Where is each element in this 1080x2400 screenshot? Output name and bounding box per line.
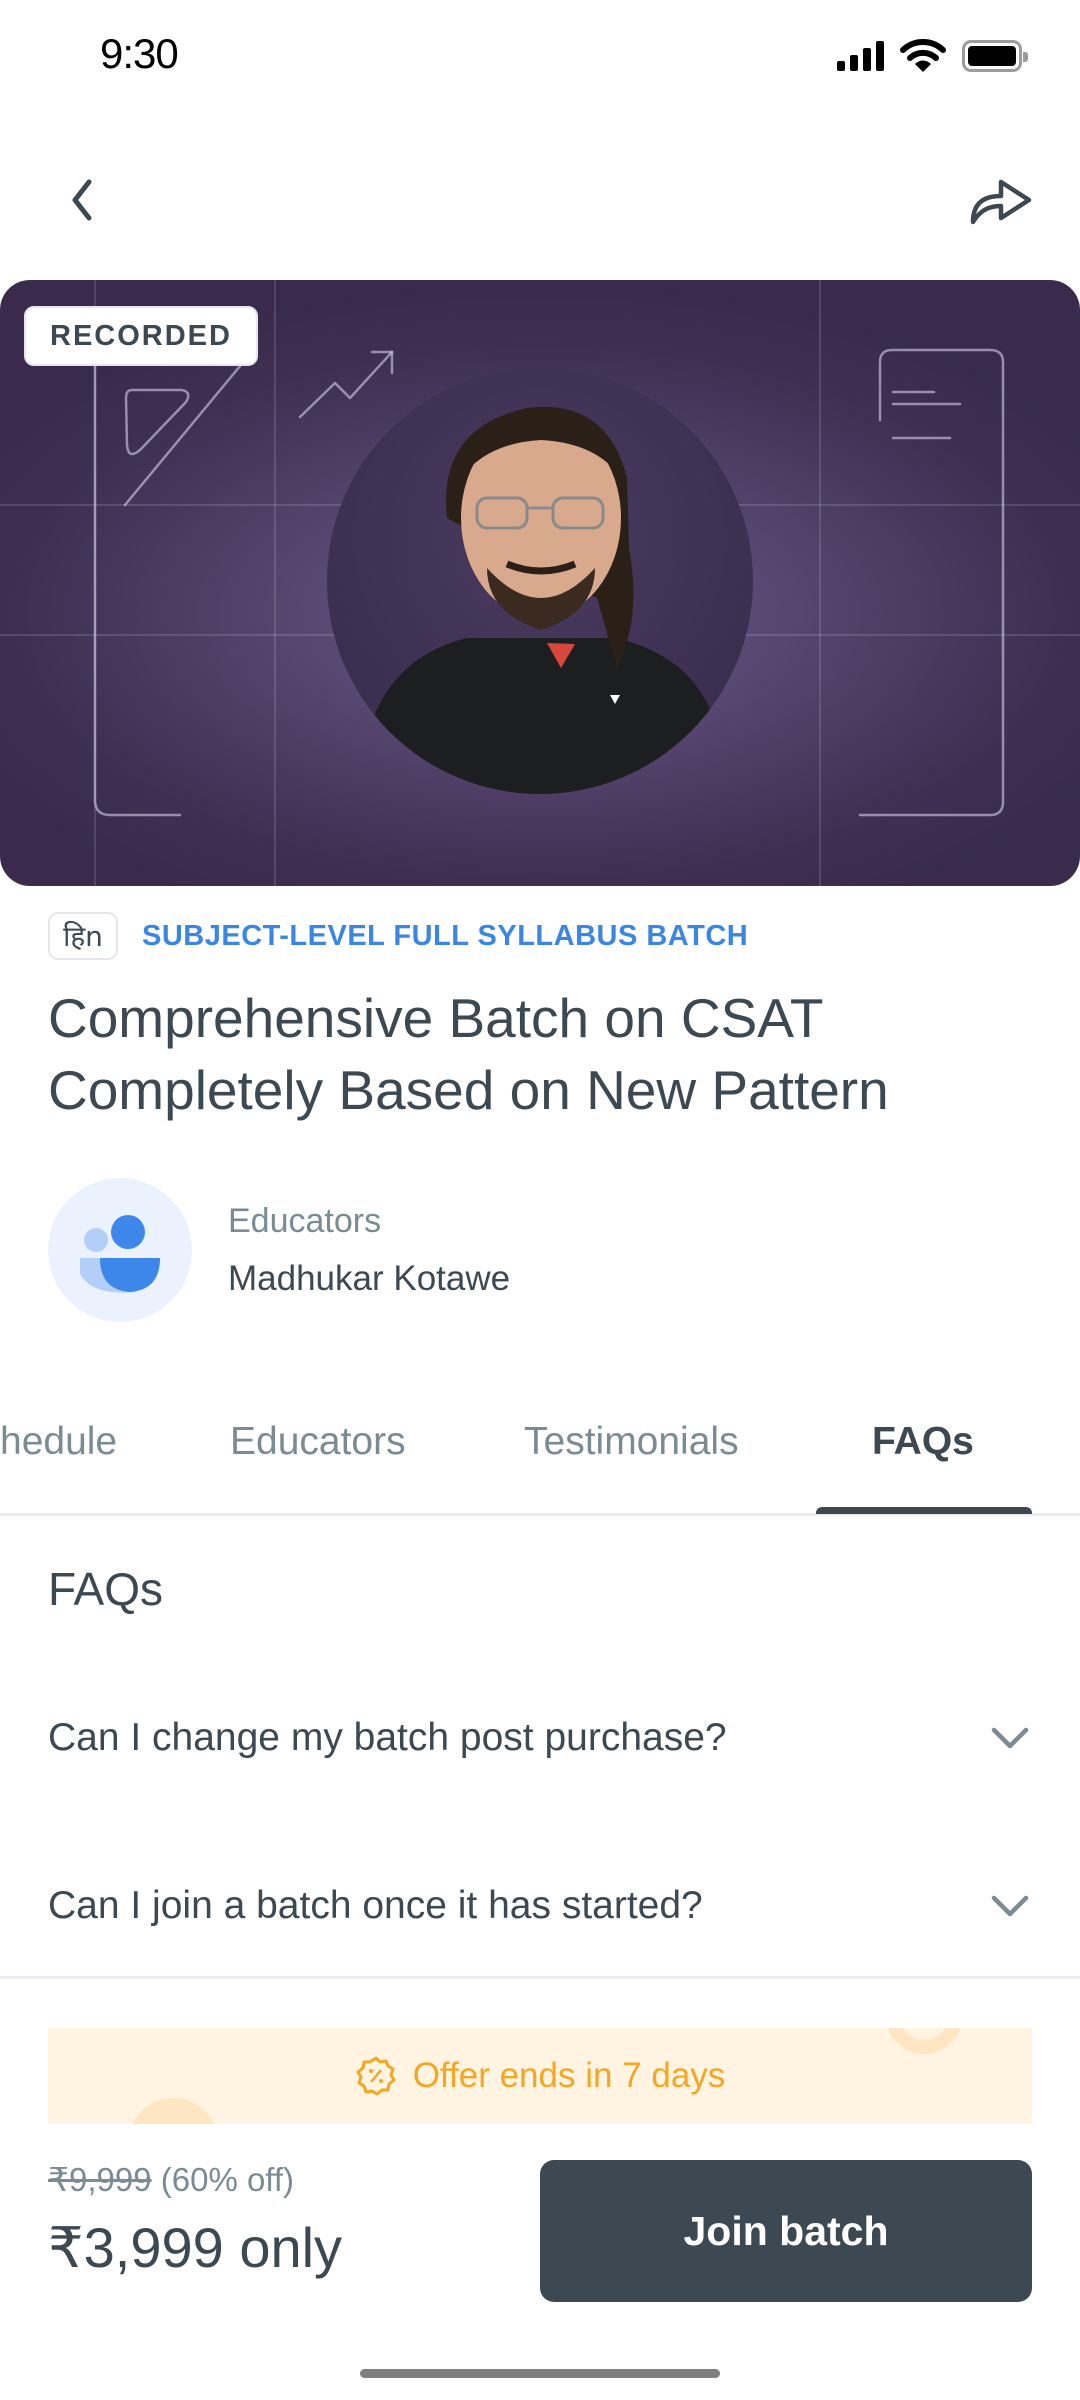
top-nav	[0, 150, 1080, 246]
tab-educators[interactable]: Educators	[230, 1420, 406, 1464]
footer-divider	[0, 1976, 1080, 1979]
educator-photo	[327, 368, 753, 794]
offer-decoration	[886, 2028, 962, 2054]
faq-question: Can I change my batch post purchase?	[48, 1716, 727, 1759]
wifi-icon	[900, 39, 946, 72]
educator-name[interactable]: Madhukar Kotawe	[228, 1259, 510, 1299]
cellular-signal-icon	[837, 41, 884, 71]
active-tab-indicator	[816, 1507, 1032, 1514]
chevron-down-icon[interactable]	[988, 1884, 1032, 1928]
chevron-left-icon	[72, 179, 92, 221]
original-price-row: ₹9,999 (60% off)	[48, 2160, 342, 2199]
faq-question: Can I join a batch once it has started?	[48, 1884, 703, 1927]
faq-item[interactable]: Can I change my batch post purchase?	[48, 1688, 1032, 1788]
batch-type-label: SUBJECT-LEVEL FULL SYLLABUS BATCH	[142, 919, 749, 952]
discount-badge-icon	[356, 2056, 396, 2096]
educators-text: Educators Madhukar Kotawe	[228, 1202, 510, 1299]
status-bar: 9:30	[0, 0, 1080, 110]
faqs-heading: FAQs	[48, 1563, 164, 1615]
educators-group-icon	[48, 1178, 192, 1322]
offer-banner: Offer ends in 7 days	[48, 2028, 1032, 2124]
share-button[interactable]	[962, 166, 1042, 234]
home-indicator	[360, 2369, 720, 2378]
tab-testimonials[interactable]: Testimonials	[524, 1420, 739, 1464]
original-price: ₹9,999	[48, 2161, 152, 2198]
section-tabs: hedule Educators Testimonials FAQs	[0, 1400, 1080, 1516]
chevron-down-icon[interactable]	[988, 1716, 1032, 1760]
status-icons	[837, 38, 1028, 74]
course-title: Comprehensive Batch on CSAT Completely B…	[48, 987, 889, 1121]
battery-icon	[962, 40, 1028, 72]
tab-schedule[interactable]: hedule	[0, 1420, 117, 1464]
language-hindi-chip: हिn	[48, 912, 118, 960]
tab-faqs[interactable]: FAQs	[872, 1420, 974, 1464]
recorded-badge: RECORDED	[24, 306, 258, 366]
status-time: 9:30	[100, 30, 179, 77]
faq-item[interactable]: Can I join a batch once it has started?	[48, 1856, 1032, 1956]
course-hero-banner: RECORDED	[0, 280, 1080, 886]
offer-decoration	[128, 2098, 218, 2124]
course-meta-row: हिn SUBJECT-LEVEL FULL SYLLABUS BATCH	[48, 912, 748, 960]
educators-label: Educators	[228, 1201, 382, 1240]
share-arrow-icon	[970, 179, 1032, 225]
discount-label: (60% off)	[160, 2161, 295, 2198]
back-button[interactable]	[50, 168, 114, 232]
current-price: ₹3,999 only	[48, 2216, 343, 2279]
offer-text: Offer ends in 7 days	[412, 2056, 726, 2095]
educator-portrait	[357, 406, 727, 794]
join-batch-button[interactable]: Join batch	[540, 2160, 1032, 2302]
price-block: ₹9,999 (60% off) ₹3,999 only	[48, 2160, 342, 2281]
educators-summary[interactable]: Educators Madhukar Kotawe	[48, 1178, 510, 1322]
